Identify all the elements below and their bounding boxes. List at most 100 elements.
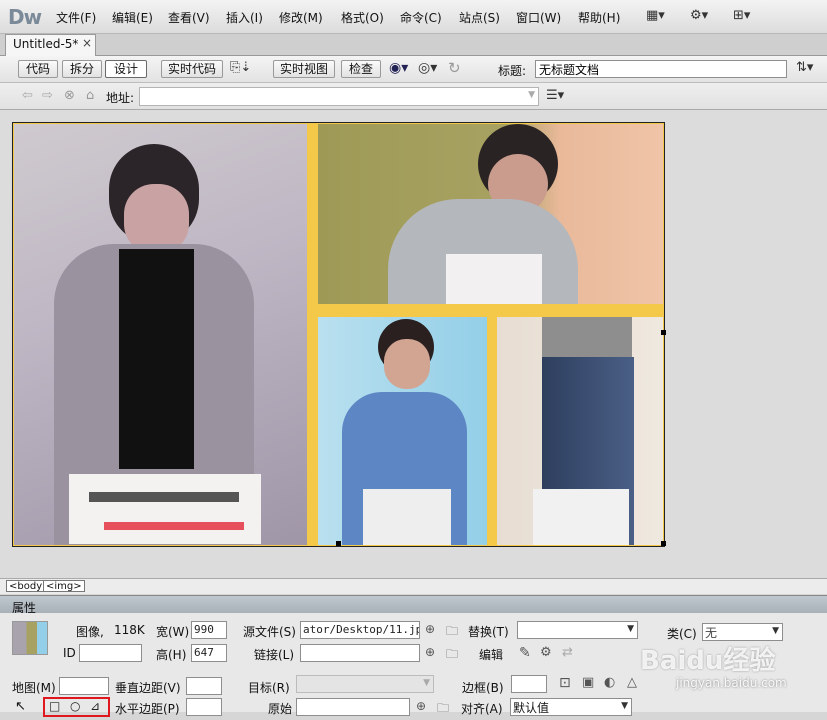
map-input[interactable] [59, 677, 109, 695]
title-label: 标题: [498, 64, 527, 78]
resample-icon[interactable]: ▣ [582, 675, 594, 690]
home-icon[interactable]: ⌂ [86, 88, 94, 103]
code-view-button[interactable]: 代码 [18, 60, 58, 78]
document-tab-bar [0, 34, 827, 56]
title-input[interactable] [535, 60, 787, 78]
folder-icon[interactable]: 🗀 [446, 622, 458, 643]
border-input[interactable] [511, 675, 547, 693]
photo-left [14, 124, 307, 545]
brightness-icon[interactable]: ◐ [604, 675, 615, 690]
edit-label: 编辑 [479, 648, 504, 662]
photo-top-right [318, 124, 663, 304]
browser-preview-icon[interactable]: ◉▾ [389, 60, 408, 76]
menu-format[interactable]: 格式(O) [341, 9, 384, 26]
point-to-file-icon[interactable]: ⊕ [416, 699, 426, 713]
folder-icon[interactable]: 🗀 [437, 699, 449, 720]
menu-modify[interactable]: 修改(M) [279, 9, 323, 26]
hspace-label: 水平边距(P) [115, 702, 180, 716]
id-input[interactable] [79, 644, 142, 662]
source-input[interactable]: ator/Desktop/11.jpg [300, 621, 420, 639]
file-management-icon[interactable]: ⎘⇣ [230, 60, 251, 75]
chevron-down-icon[interactable]: ▼ [528, 90, 535, 100]
blurred-text-line [89, 492, 239, 502]
class-select[interactable]: 无 ▼ [702, 623, 783, 641]
sharpen-icon[interactable]: △ [627, 675, 637, 690]
properties-panel-header [0, 595, 827, 613]
photo-bottom-middle [318, 317, 487, 545]
target-select[interactable]: ▼ [296, 675, 434, 693]
layout-icon[interactable]: ▦▾ [646, 8, 665, 26]
menu-insert[interactable]: 插入(I) [226, 9, 263, 26]
back-arrow-icon[interactable]: ⇦ [22, 88, 33, 103]
site-icon[interactable]: ⊞▾ [733, 8, 750, 26]
border-label: 边框(B) [462, 681, 504, 695]
alt-select[interactable]: ▼ [517, 621, 638, 639]
height-input[interactable]: 647 [191, 644, 227, 662]
live-view-button[interactable]: 实时视图 [273, 60, 335, 78]
resize-handle-corner[interactable] [661, 541, 666, 546]
width-input[interactable]: 990 [191, 621, 227, 639]
hotspot-highlight-box [43, 697, 110, 717]
source-label: 源文件(S) [243, 625, 296, 639]
align-select[interactable]: 默认值 ▼ [510, 698, 632, 716]
point-to-file-icon[interactable]: ⊕ [425, 645, 435, 659]
width-label: 宽(W) [156, 625, 190, 639]
folder-icon[interactable]: 🗀 [446, 645, 458, 666]
hspace-input[interactable] [186, 698, 222, 716]
selected-image[interactable] [12, 122, 665, 547]
person-face [384, 339, 430, 389]
gear-icon[interactable]: ⚙▾ [690, 8, 708, 26]
chevron-down-icon[interactable]: ▼ [423, 678, 430, 688]
tag-selector-bar [0, 578, 827, 594]
split-view-button[interactable]: 拆分 [62, 60, 102, 78]
browse-options-icon[interactable]: ☰▾ [546, 88, 564, 103]
menu-commands[interactable]: 命令(C) [400, 9, 442, 26]
baidu-watermark-url: jingyan.baidu.com [676, 676, 787, 690]
visual-aids-icon[interactable]: ◎▾ [418, 60, 437, 76]
link-input[interactable] [300, 644, 420, 662]
chevron-down-icon[interactable]: ▼ [772, 626, 779, 636]
resize-handle-right[interactable] [661, 330, 666, 335]
chevron-down-icon[interactable]: ▼ [621, 701, 628, 711]
point-to-file-icon[interactable]: ⊕ [425, 622, 435, 636]
id-label: ID [63, 646, 76, 660]
design-view-button[interactable]: 设计 [105, 60, 147, 78]
inspect-button[interactable]: 检查 [341, 60, 381, 78]
height-label: 高(H) [156, 648, 187, 662]
pencil-icon[interactable]: ✎ [519, 645, 531, 661]
menu-help[interactable]: 帮助(H) [578, 9, 620, 26]
menu-edit[interactable]: 编辑(E) [112, 9, 153, 26]
close-icon[interactable]: × [82, 36, 92, 50]
refresh-icon[interactable]: ↻ [448, 59, 461, 77]
vspace-input[interactable] [186, 677, 222, 695]
address-input[interactable]: ▼ [139, 87, 539, 106]
stop-icon[interactable]: ⊗ [64, 88, 75, 103]
person-hoodie [119, 249, 194, 469]
menu-site[interactable]: 站点(S) [459, 9, 500, 26]
check-page-icon[interactable]: ⇅▾ [796, 60, 813, 75]
settings-icon[interactable]: ⚙ [540, 645, 552, 660]
update-icon[interactable]: ⇄ [562, 645, 573, 660]
baidu-watermark: Baidu经验 [640, 646, 776, 676]
photo-bottom-right [497, 317, 663, 545]
tag-img[interactable]: <img> [43, 580, 85, 592]
dreamweaver-logo: Dw [8, 5, 42, 29]
file-size-label: 118K [114, 623, 145, 637]
person-top [542, 317, 632, 357]
menu-window[interactable]: 窗口(W) [516, 9, 561, 26]
chevron-down-icon[interactable]: ▼ [627, 624, 634, 634]
live-code-button[interactable]: 实时代码 [161, 60, 223, 78]
menu-view[interactable]: 查看(V) [168, 9, 210, 26]
crop-icon[interactable]: ⊡ [559, 675, 571, 691]
menu-file[interactable]: 文件(F) [56, 9, 96, 26]
blurred-label [69, 474, 261, 544]
image-thumbnail [12, 621, 48, 655]
forward-arrow-icon[interactable]: ⇨ [42, 88, 53, 103]
element-type-label: 图像, [76, 625, 104, 639]
align-label: 对齐(A) [461, 702, 503, 716]
blurred-label [363, 489, 451, 545]
resize-handle-bottom[interactable] [336, 541, 341, 546]
original-input[interactable] [296, 698, 410, 716]
alt-label: 替换(T) [468, 625, 509, 639]
blurred-red-line [104, 522, 244, 530]
